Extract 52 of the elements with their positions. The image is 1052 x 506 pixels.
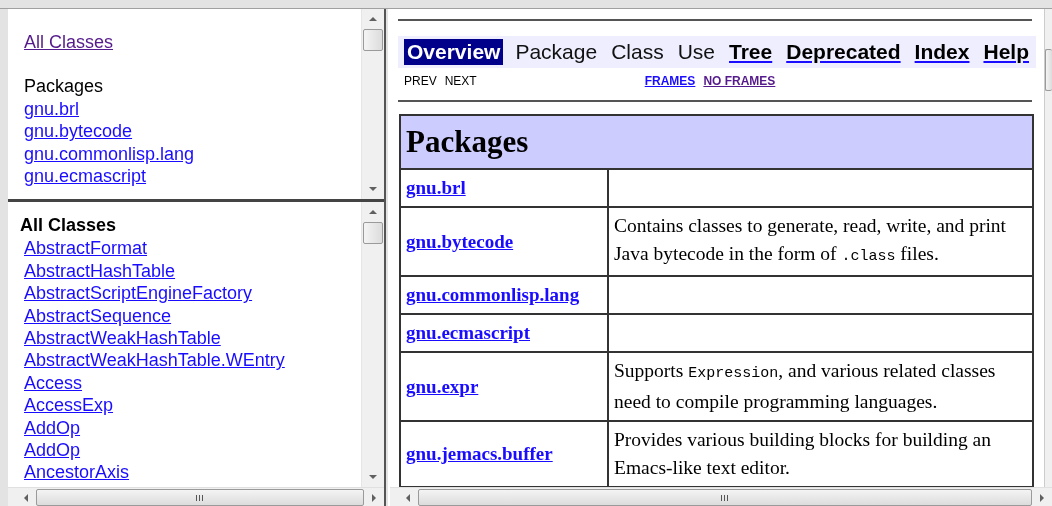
scroll-thumb[interactable] [418, 489, 1032, 506]
package-link[interactable]: gnu.expr [406, 375, 479, 397]
scroll-up-arrow-icon[interactable] [369, 17, 377, 21]
all-classes-link[interactable]: All Classes [24, 32, 114, 52]
table-heading: Packages [400, 115, 1033, 169]
package-link[interactable]: gnu.jemacs.buffer [406, 443, 553, 464]
class-link[interactable]: AbstractSequence [24, 304, 172, 328]
grip-icon [196, 494, 204, 501]
nav-link[interactable]: Help [981, 40, 1031, 64]
scroll-thumb[interactable] [363, 222, 383, 244]
class-link[interactable]: AbstractWeakHashTable [24, 327, 221, 350]
nav-tab[interactable]: Overview [404, 39, 504, 65]
class-link[interactable]: AddOp [24, 439, 81, 462]
package-link[interactable]: gnu.ecmascript [24, 165, 147, 188]
package-description: Supports Expression, and various related classes need to compile programming languages. [614, 360, 996, 412]
scroll-down-arrow-icon[interactable] [369, 475, 377, 479]
class-link[interactable]: Access [24, 371, 83, 395]
class-link[interactable]: AncestorAxis [24, 461, 130, 484]
class-link[interactable]: AbstractFormat [24, 237, 148, 260]
nav-text: NEXT [444, 74, 477, 90]
package-link[interactable]: gnu.brl [24, 97, 80, 121]
class-link[interactable]: AccessExp [24, 394, 114, 417]
frames-link[interactable]: FRAMES [644, 74, 696, 90]
class-link[interactable]: AbstractScriptEngineFactory [24, 282, 253, 305]
nav-link[interactable]: Tree [727, 40, 775, 64]
scroll-up-arrow-icon[interactable] [369, 210, 377, 214]
scroll-down-arrow-icon[interactable] [369, 187, 377, 191]
packages-heading: Packages [24, 75, 104, 98]
class-link[interactable]: AbstractHashTable [24, 259, 176, 283]
scroll-thumb[interactable] [363, 29, 383, 51]
package-link[interactable]: gnu.commonlisp.lang [24, 142, 195, 166]
scroll-thumb[interactable] [36, 489, 364, 506]
package-link[interactable]: gnu.bytecode [24, 120, 133, 143]
nav-link[interactable]: Deprecated [784, 40, 903, 64]
scroll-thumb[interactable] [1045, 49, 1052, 91]
class-link[interactable]: AbstractWeakHashTable.WEntry [24, 349, 285, 372]
scroll-right-arrow-icon[interactable] [1040, 493, 1044, 502]
horizontal-scrollbar[interactable] [8, 487, 384, 506]
package-description: Provides various building blocks for building an Emacs-like text editor. [614, 429, 991, 478]
nav-text: PREV [404, 74, 437, 90]
horizontal-scrollbar[interactable] [390, 487, 1052, 506]
grip-icon [721, 494, 729, 501]
package-link[interactable]: gnu.brl [406, 177, 466, 198]
class-link[interactable]: AddOp [24, 416, 81, 440]
package-link[interactable]: gnu.ecmascript [406, 322, 530, 343]
nav-link[interactable]: Index [912, 40, 972, 64]
frames-link[interactable]: NO FRAMES [703, 74, 776, 90]
package-link[interactable]: gnu.bytecode [406, 230, 514, 252]
package-description: Contains classes to generate, read, write, and print Java bytecode in the form of .class files. [614, 215, 1007, 264]
package-link[interactable]: gnu.commonlisp.lang [406, 284, 580, 305]
all-classes-heading: All Classes [20, 214, 117, 237]
scroll-right-arrow-icon[interactable] [372, 493, 376, 502]
